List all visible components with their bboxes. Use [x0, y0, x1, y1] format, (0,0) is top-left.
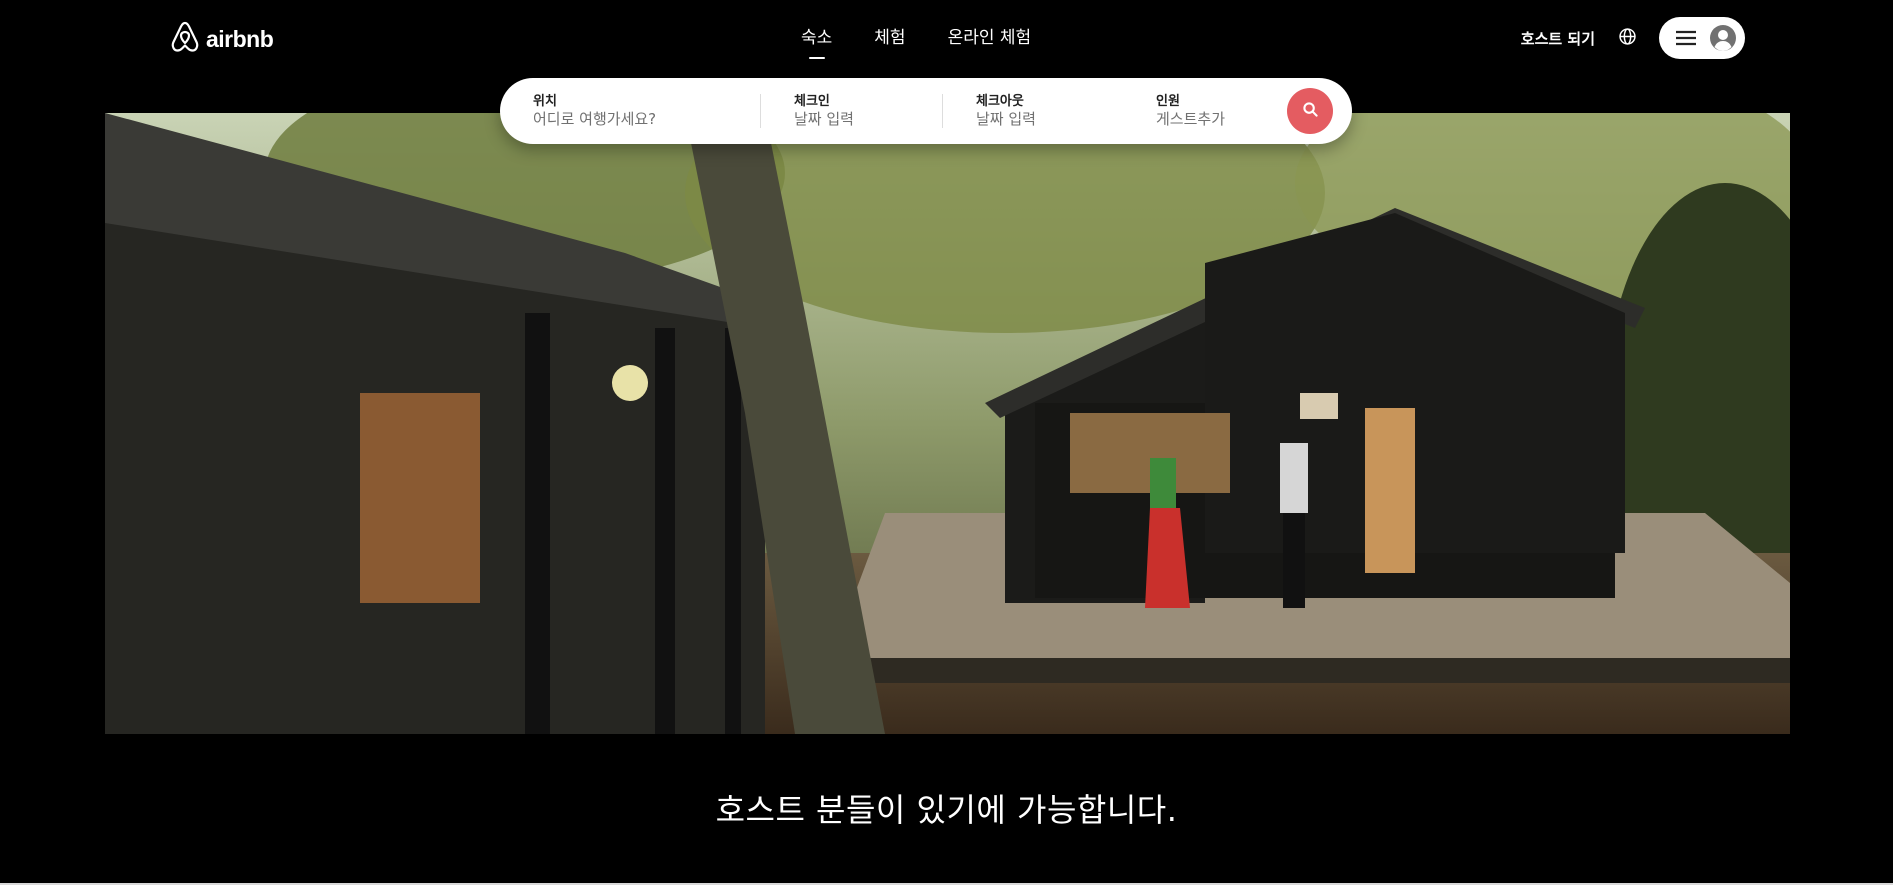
- brand-name: airbnb: [206, 25, 274, 52]
- checkout-field[interactable]: 체크아웃 날짜 입력: [943, 78, 1123, 144]
- hamburger-menu-icon: [1675, 29, 1697, 47]
- checkin-field[interactable]: 체크인 날짜 입력: [761, 78, 942, 144]
- guests-label: 인원: [1156, 94, 1180, 109]
- header-actions: 호스트 되기: [1509, 17, 1745, 59]
- checkout-input[interactable]: 날짜 입력: [976, 110, 1123, 129]
- globe-icon: [1618, 27, 1636, 49]
- guests-field[interactable]: 인원 게스트추가: [1123, 78, 1283, 144]
- airbnb-logo-icon: [170, 20, 200, 58]
- site-header: airbnb 숙소 체험 온라인 체험 호스트 되기: [0, 0, 1893, 78]
- tab-stays[interactable]: 숙소: [780, 26, 853, 50]
- tab-experiences[interactable]: 체험: [853, 26, 926, 50]
- search-bar: 위치 어디로 여행가세요? 체크인 날짜 입력 체크아웃 날짜 입력 인원 게스…: [500, 78, 1352, 144]
- hero-headline: 호스트 분들이 있기에 가능합니다.: [715, 791, 1178, 829]
- location-label: 위치: [533, 94, 557, 109]
- main-nav: 숙소 체험 온라인 체험: [780, 26, 1052, 50]
- tab-online-experiences[interactable]: 온라인 체험: [927, 26, 1053, 50]
- language-button[interactable]: [1607, 18, 1647, 58]
- search-button[interactable]: [1287, 88, 1333, 134]
- location-input[interactable]: 어디로 여행가세요?: [533, 110, 760, 129]
- checkout-label: 체크아웃: [976, 94, 1024, 109]
- guests-input[interactable]: 게스트추가: [1156, 110, 1283, 129]
- checkin-label: 체크인: [794, 94, 830, 109]
- user-avatar-icon: [1709, 24, 1737, 52]
- search-icon: [1302, 101, 1318, 121]
- location-field[interactable]: 위치 어디로 여행가세요?: [500, 78, 760, 144]
- user-menu-button[interactable]: [1659, 17, 1745, 59]
- become-host-link[interactable]: 호스트 되기: [1509, 18, 1607, 59]
- checkin-input[interactable]: 날짜 입력: [794, 110, 942, 129]
- airbnb-logo[interactable]: airbnb: [170, 20, 274, 58]
- hero-image: [105, 113, 1790, 734]
